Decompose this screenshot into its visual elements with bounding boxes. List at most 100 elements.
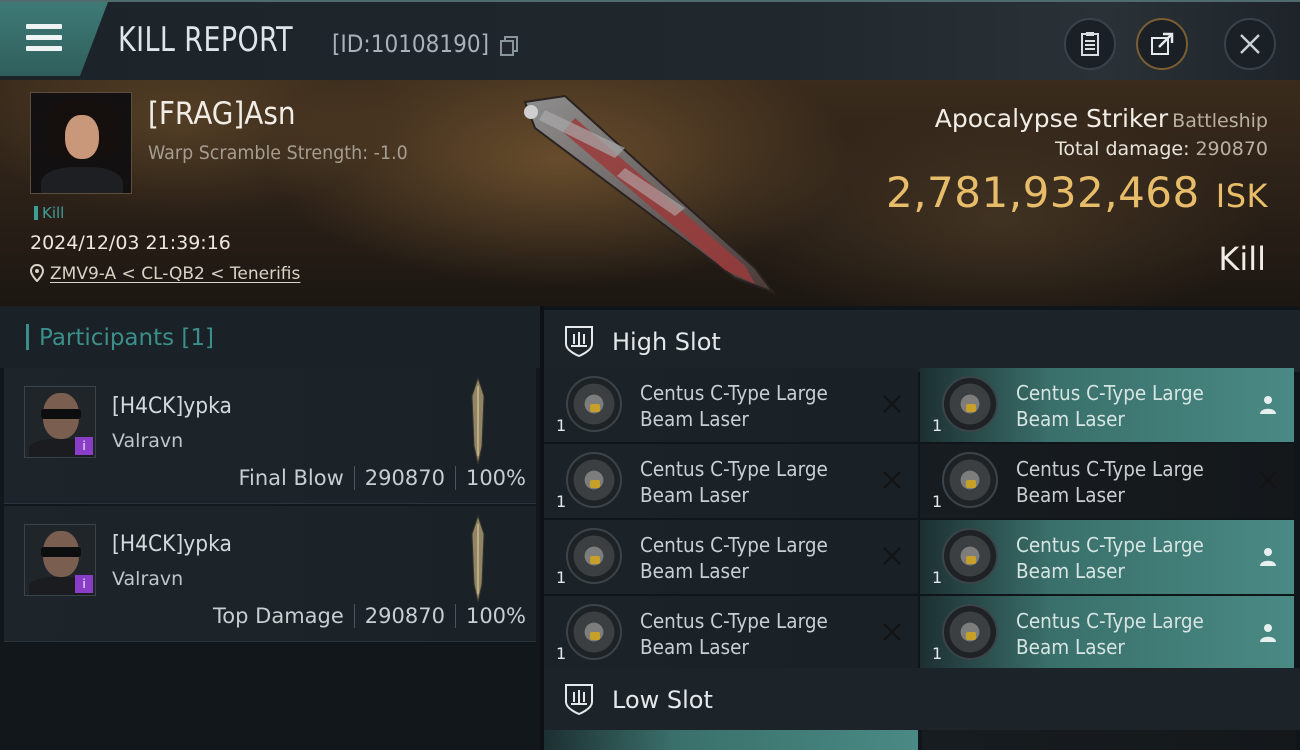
- close-button[interactable]: [1224, 18, 1276, 70]
- beam-laser-icon: [942, 604, 998, 660]
- clipboard-button[interactable]: [1064, 18, 1116, 70]
- beam-laser-icon: [942, 528, 998, 584]
- corp-badge-icon: i: [75, 437, 93, 455]
- slot-item[interactable]: 1 Centus C-Type Large Beam Laser: [920, 444, 1294, 518]
- kill-location[interactable]: ZMV9-A < CL-QB2 < Tenerifis: [30, 264, 300, 284]
- item-quantity: 1: [556, 568, 567, 587]
- item-quantity: 1: [932, 644, 943, 663]
- item-quantity: 1: [556, 644, 567, 663]
- slot-item[interactable]: 1 Centus C-Type Large Beam Laser: [920, 596, 1294, 670]
- ship-name-text: Apocalypse Striker: [934, 104, 1169, 133]
- item-name: Centus C-Type Large Beam Laser: [640, 609, 828, 659]
- participant-percent: 100%: [465, 466, 526, 490]
- kill-banner: [FRAG]Asn Warp Scramble Strength: -1.0 K…: [0, 80, 1300, 306]
- beam-laser-icon: [942, 452, 998, 508]
- item-quantity: 1: [932, 416, 943, 435]
- fitting-panel: High Slot 1 Centus C-Type Large Beam Lase…: [544, 306, 1300, 750]
- destroyed-x-icon: [883, 547, 901, 565]
- beam-laser-icon: [566, 452, 622, 508]
- item-name: Centus C-Type Large Beam Laser: [1016, 533, 1204, 583]
- kill-tag-label: Kill: [42, 204, 65, 222]
- high-slot-header: High Slot: [544, 310, 1300, 372]
- destroyed-x-icon: [883, 395, 901, 413]
- participants-title-text: Participants: [39, 325, 175, 351]
- victim-ship-image: [523, 94, 776, 295]
- participant-avatar: i: [24, 386, 96, 458]
- total-damage: Total damage: 290870: [1055, 138, 1268, 160]
- participants-panel: Participants [1] i [H4CK]ypka Valravn Fi…: [0, 306, 540, 750]
- participant-avatar: i: [24, 524, 96, 596]
- item-name: Centus C-Type Large Beam Laser: [1016, 381, 1204, 431]
- participants-header[interactable]: Participants [1]: [0, 306, 540, 368]
- participant-ship: Valravn: [112, 568, 184, 590]
- participant-row[interactable]: i [H4CK]ypka Valravn Top Damage 290870 100…: [4, 506, 536, 642]
- participants-count: [1]: [181, 325, 215, 351]
- page-title: KILL REPORT: [118, 20, 294, 60]
- slot-item[interactable]: 1 Centus C-Type Large Beam Laser: [920, 520, 1294, 594]
- item-quantity: 1: [556, 416, 567, 435]
- slot-item[interactable]: 1 Centus C-Type Large Beam Laser: [544, 596, 918, 670]
- victim-name[interactable]: [FRAG]Asn: [148, 96, 296, 132]
- participant-row[interactable]: i [H4CK]ypka Valravn Final Blow 290870 100…: [4, 368, 536, 504]
- slot-item[interactable]: [922, 730, 1296, 750]
- total-damage-value: 290870: [1195, 138, 1268, 160]
- slot-item[interactable]: [544, 730, 918, 750]
- participant-ship-icon: [471, 376, 485, 465]
- participant-ship-icon: [471, 514, 485, 603]
- share-icon: [1151, 32, 1174, 55]
- slot-item[interactable]: 1 Centus C-Type Large Beam Laser: [544, 444, 918, 518]
- victim-portrait[interactable]: [30, 92, 132, 194]
- report-id: [ID:10108190]: [332, 30, 490, 58]
- high-slot-label: High Slot: [612, 328, 721, 356]
- item-name: Centus C-Type Large Beam Laser: [640, 533, 828, 583]
- beam-laser-icon: [942, 376, 998, 432]
- warp-scramble-strength: Warp Scramble Strength: -1.0: [148, 142, 408, 164]
- total-damage-label: Total damage:: [1055, 138, 1190, 160]
- participant-stats: Top Damage 290870 100%: [213, 604, 526, 628]
- ship-name[interactable]: Apocalypse Striker Battleship: [935, 104, 1268, 133]
- item-name: Centus C-Type Large Beam Laser: [640, 457, 828, 507]
- slot-item[interactable]: 1 Centus C-Type Large Beam Laser: [920, 368, 1294, 442]
- participant-ship: Valravn: [112, 430, 184, 452]
- dropped-person-icon: [1260, 396, 1276, 414]
- item-name: Centus C-Type Large Beam Laser: [1016, 609, 1204, 659]
- low-slot-icon: [565, 684, 593, 716]
- item-quantity: 1: [556, 492, 567, 511]
- item-name: Centus C-Type Large Beam Laser: [1016, 457, 1204, 507]
- close-icon: [1240, 34, 1260, 54]
- dropped-person-icon: [1260, 548, 1276, 566]
- share-button[interactable]: [1136, 18, 1188, 70]
- participant-damage: 290870: [364, 466, 445, 490]
- item-quantity: 1: [932, 492, 943, 511]
- isk-value: 2,781,932,468 ISK: [886, 168, 1268, 217]
- participant-role: Final Blow: [238, 466, 344, 490]
- hamburger-menu-icon: [26, 24, 62, 54]
- participants-title: Participants [1]: [26, 324, 214, 351]
- location-pin-icon: [30, 264, 44, 282]
- dropped-person-icon: [1260, 624, 1276, 642]
- menu-button[interactable]: [0, 2, 108, 76]
- high-slot-icon: [565, 326, 593, 358]
- participant-name: [H4CK]ypka: [112, 532, 232, 557]
- kill-tag: Kill: [34, 204, 64, 222]
- destroyed-x-icon: [1259, 471, 1277, 489]
- participant-stats: Final Blow 290870 100%: [238, 466, 526, 490]
- participant-damage: 290870: [364, 604, 445, 628]
- kill-result-label: Kill: [1218, 240, 1266, 278]
- clipboard-icon: [1081, 32, 1099, 56]
- isk-unit: ISK: [1215, 177, 1268, 215]
- slot-item[interactable]: 1 Centus C-Type Large Beam Laser: [544, 368, 918, 442]
- beam-laser-icon: [566, 376, 622, 432]
- item-name: Centus C-Type Large Beam Laser: [640, 381, 828, 431]
- corp-badge-icon: i: [75, 575, 93, 593]
- low-slot-label: Low Slot: [612, 686, 713, 714]
- destroyed-x-icon: [883, 623, 901, 641]
- location-link[interactable]: ZMV9-A < CL-QB2 < Tenerifis: [50, 264, 300, 284]
- slot-item[interactable]: 1 Centus C-Type Large Beam Laser: [544, 520, 918, 594]
- destroyed-x-icon: [883, 471, 901, 489]
- kill-date: 2024/12/03 21:39:16: [30, 232, 231, 254]
- participant-role: Top Damage: [213, 604, 344, 628]
- copy-icon[interactable]: [500, 36, 518, 56]
- low-slot-header: Low Slot: [544, 668, 1300, 730]
- beam-laser-icon: [566, 528, 622, 584]
